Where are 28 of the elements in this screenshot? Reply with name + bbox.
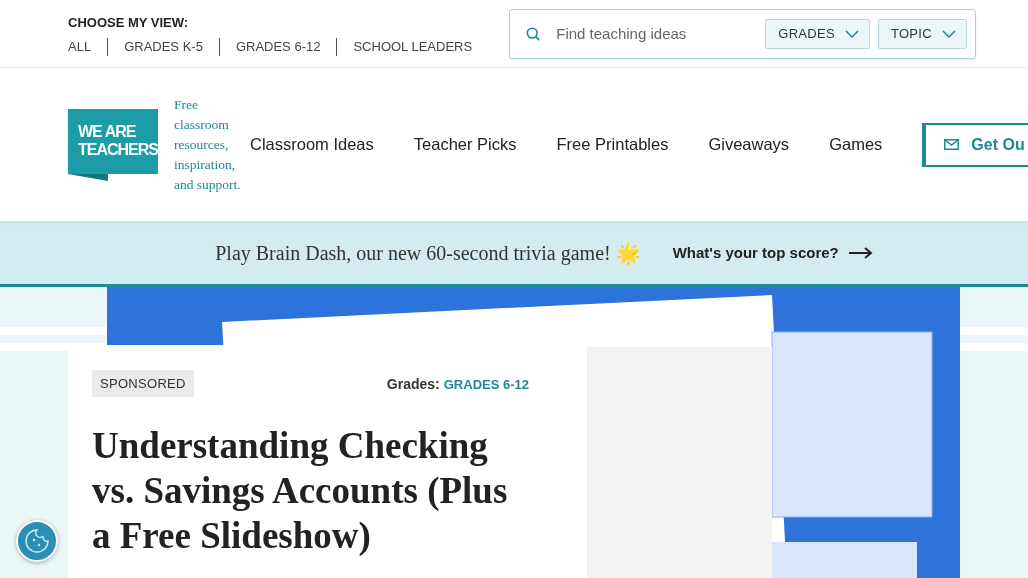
grades-label: Grades: GRADES 6-12: [386, 375, 529, 392]
newsletter-button[interactable]: Get Ou: [922, 122, 1028, 167]
banner-link[interactable]: What's your top score?: [672, 244, 873, 261]
chevron-down-icon: [942, 29, 956, 38]
arrow-right-icon: [848, 246, 873, 259]
cookie-settings-button[interactable]: [16, 520, 58, 562]
view-link[interactable]: ALL: [68, 38, 108, 56]
grades-link[interactable]: GRADES 6-12: [443, 376, 529, 392]
view-link[interactable]: GRADES K-5: [107, 38, 219, 56]
banner-text: Play Brain Dash, our new 60-second trivia game! 🌟: [215, 240, 641, 265]
sponsored-badge: SPONSORED: [92, 370, 194, 397]
nav-link[interactable]: Teacher Picks: [413, 135, 517, 154]
chevron-down-icon: [844, 29, 859, 38]
cookie-icon: [24, 528, 50, 554]
nav-link[interactable]: Free Printables: [556, 135, 669, 154]
view-link[interactable]: SCHOOL LEADERS: [336, 38, 489, 56]
filter-dropdown[interactable]: TOPIC: [877, 18, 967, 49]
article-title: Understanding Checking vs. Savings Accounts (Plus a Free Slideshow): [92, 424, 509, 558]
nav-link[interactable]: Giveaways: [708, 135, 790, 154]
view-chooser-title: CHOOSE MY VIEW:: [68, 15, 190, 30]
search-icon: [526, 25, 541, 42]
tagline: Free classroom resources, inspiration, and support.: [174, 95, 242, 194]
nav-link[interactable]: Games: [829, 135, 883, 154]
search-field[interactable]: Find teaching ideas GRADES TOPIC: [509, 8, 976, 59]
filter-dropdown[interactable]: GRADES: [765, 18, 870, 49]
envelope-icon: [944, 139, 960, 150]
view-link[interactable]: GRADES 6-12: [218, 38, 337, 56]
nav-link[interactable]: Classroom Ideas: [250, 135, 374, 154]
